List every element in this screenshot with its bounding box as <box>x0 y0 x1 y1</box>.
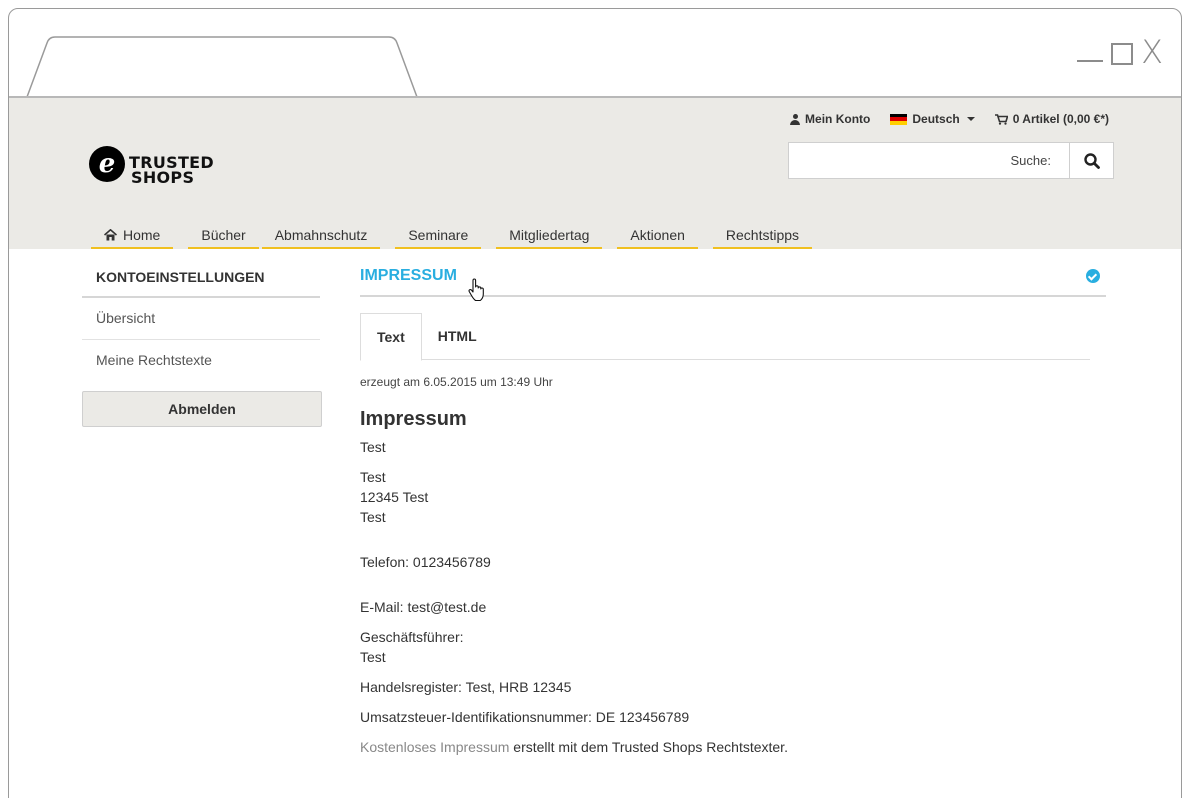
free-impressum-link[interactable]: Kostenloses Impressum <box>360 739 509 755</box>
footer-note: Kostenloses Impressum erstellt mit dem T… <box>360 737 1106 757</box>
nav-item-home[interactable]: Home <box>91 225 174 249</box>
impressum-heading: Impressum <box>360 408 467 430</box>
ceo-name: Test <box>360 649 386 665</box>
cart-link[interactable]: 0 Artikel (0,00 €*) <box>994 112 1109 126</box>
company-name: Test <box>360 439 386 455</box>
tab-html[interactable]: HTML <box>422 313 493 360</box>
home-icon <box>104 229 117 241</box>
sidebar-item-rechtstexte[interactable]: Meine Rechtstexte <box>82 340 320 381</box>
site-header: e TRUSTED SHOPS Mein Konto Deutsch 0 Art… <box>9 96 1181 249</box>
nav-item-rechtstipps[interactable]: Rechtstipps <box>712 225 813 249</box>
phone: Telefon: 0123456789 <box>360 554 491 570</box>
cart-label: 0 Artikel (0,00 €*) <box>1012 112 1109 126</box>
content-tabs: Text HTML <box>360 313 1090 361</box>
nav-item-mitgliedertag[interactable]: Mitgliedertag <box>496 225 603 249</box>
account-label: Mein Konto <box>805 112 871 126</box>
logo-mark-icon: e <box>89 146 125 182</box>
email: E-Mail: test@test.de <box>360 599 487 615</box>
window-controls: X <box>1077 36 1163 68</box>
managing-director: Geschäftsführer: Test <box>360 627 1106 667</box>
account-link[interactable]: Mein Konto <box>790 112 870 126</box>
search-input[interactable] <box>789 143 1069 178</box>
account-sidebar: KONTOEINSTELLUNGEN Übersicht Meine Recht… <box>82 262 322 427</box>
nav-item-buecher[interactable]: Bücher <box>188 225 259 249</box>
nav-item-abmahnschutz[interactable]: Abmahnschutz <box>261 225 381 249</box>
page-title[interactable]: IMPRESSUM <box>360 267 457 285</box>
impressum-text: Impressum Test Test 12345 Test Test Tele… <box>360 407 1106 757</box>
search-box <box>788 142 1114 179</box>
main-content: IMPRESSUM Text HTML erzeugt am 6.05.2015… <box>360 262 1106 767</box>
german-flag-icon <box>890 113 908 125</box>
ceo-label: Geschäftsführer: <box>360 629 464 645</box>
footer-note-text: erstellt mit dem Trusted Shops Rechtstex… <box>509 739 788 755</box>
nav-item-seminare[interactable]: Seminare <box>395 225 482 249</box>
address-line: Test <box>360 509 386 525</box>
tab-text[interactable]: Text <box>360 313 422 361</box>
search-icon <box>1083 152 1100 169</box>
chevron-down-icon <box>966 117 975 121</box>
logo-text-line2: SHOPS <box>131 168 195 187</box>
close-icon[interactable]: X <box>1141 36 1163 68</box>
logo-text: TRUSTED SHOPS <box>129 155 214 187</box>
language-dropdown[interactable]: Deutsch <box>890 112 975 126</box>
minimize-icon[interactable] <box>1077 60 1104 62</box>
sidebar-item-uebersicht[interactable]: Übersicht <box>82 298 320 340</box>
address-line: Test <box>360 469 386 485</box>
nav-item-aktionen[interactable]: Aktionen <box>617 225 698 249</box>
maximize-icon[interactable] <box>1111 43 1134 65</box>
hand-cursor-icon <box>468 278 484 302</box>
logout-button[interactable]: Abmelden <box>82 391 322 427</box>
top-bar: Mein Konto Deutsch 0 Artikel (0,00 €*) <box>790 112 1109 126</box>
trusted-shops-logo[interactable]: e TRUSTED SHOPS <box>89 143 214 187</box>
main-nav: Home Bücher Abmahnschutz Seminare Mitgli… <box>91 225 813 249</box>
vat-id: Umsatzsteuer-Identifikationsnummer: DE 1… <box>360 709 690 725</box>
nav-label: Home <box>123 227 161 243</box>
language-label: Deutsch <box>912 112 960 126</box>
search-button[interactable] <box>1069 143 1113 178</box>
cart-icon <box>994 113 1008 125</box>
browser-tab[interactable] <box>9 9 1182 99</box>
user-icon <box>790 113 801 125</box>
check-circle-icon <box>1086 269 1100 283</box>
generated-timestamp: erzeugt am 6.05.2015 um 13:49 Uhr <box>360 375 553 389</box>
address-line: 12345 Test <box>360 489 429 505</box>
address-block: Test 12345 Test Test <box>360 467 1106 527</box>
commercial-register: Handelsregister: Test, HRB 12345 <box>360 679 572 695</box>
sidebar-title: KONTOEINSTELLUNGEN <box>82 262 320 298</box>
